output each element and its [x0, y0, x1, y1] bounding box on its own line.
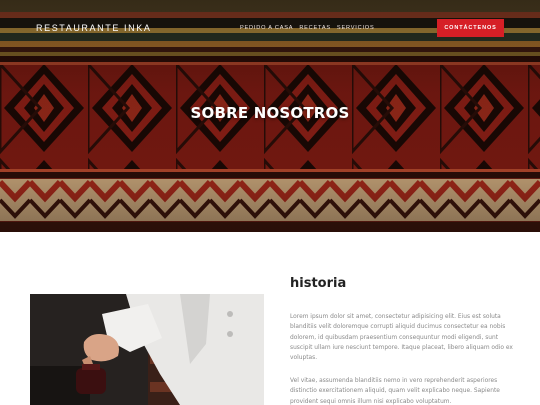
menu-item-recetas[interactable]: RECETAS	[299, 25, 331, 31]
menu-item-servicios[interactable]: SERVICIOS	[337, 25, 375, 31]
about-paragraph-1: Lorem ipsum dolor sit amet, consectetur …	[290, 314, 513, 362]
brand-logo-text[interactable]: RESTAURANTE INKA	[36, 23, 151, 33]
about-paragraph-2: Vel vitae, assumenda blanditiis nemo in …	[290, 378, 500, 405]
chef-photo	[30, 294, 264, 405]
menu-item-pedido-a-casa[interactable]: PEDIDO A CASA	[240, 25, 293, 31]
contact-button[interactable]: CONTÁCTENOS	[437, 19, 504, 37]
section-heading-historia: historia	[290, 276, 347, 291]
hero-banner: RESTAURANTE INKA PEDIDO A CASA RECETAS S…	[0, 0, 540, 232]
page-title: SOBRE NOSOTROS	[190, 104, 350, 122]
main-menu: PEDIDO A CASA RECETAS SERVICIOS	[240, 25, 374, 31]
top-navigation: RESTAURANTE INKA PEDIDO A CASA RECETAS S…	[0, 0, 540, 56]
